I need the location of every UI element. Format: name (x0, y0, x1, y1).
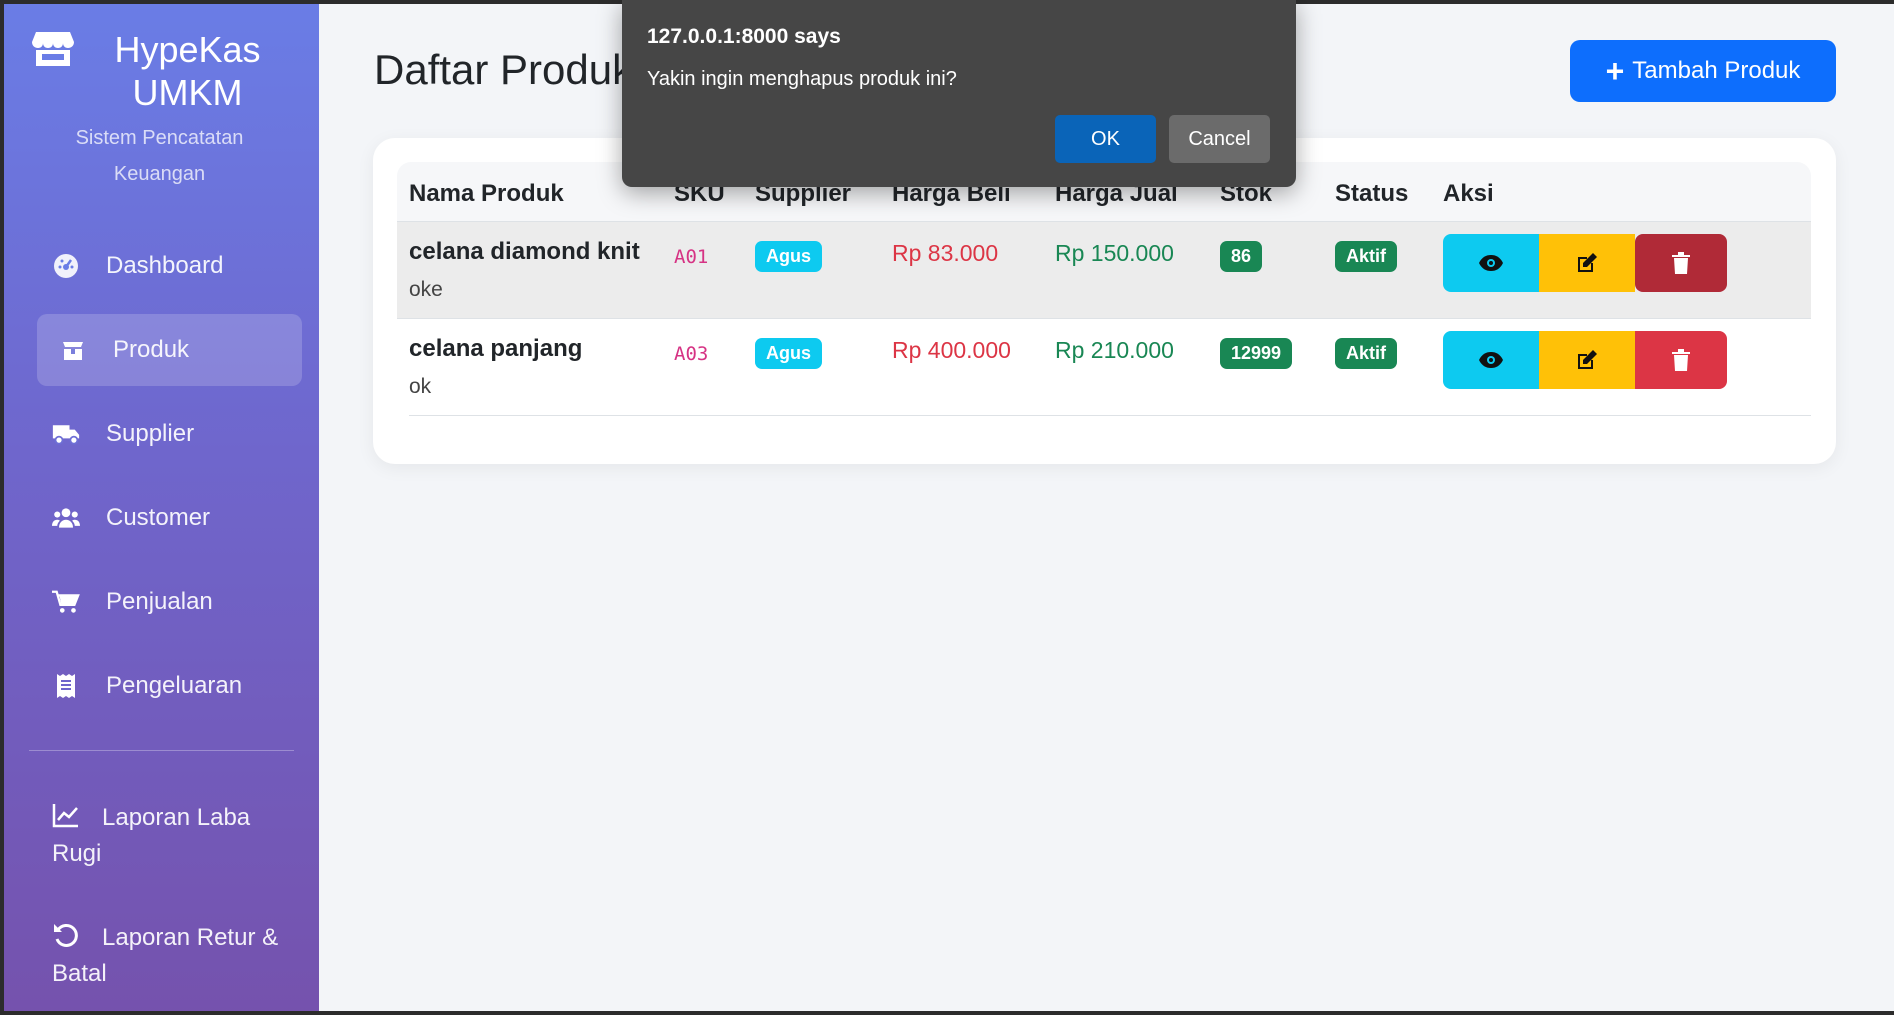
view-button[interactable] (1443, 234, 1539, 292)
sell-price: Rp 210.000 (1055, 337, 1174, 363)
delete-button[interactable] (1635, 234, 1727, 292)
confirm-dialog: 127.0.0.1:8000 says Yakin ingin menghapu… (622, 0, 1296, 187)
sidebar: HypeKas UMKM Sistem Pencatatan Keuangan … (0, 0, 319, 1015)
th-aksi: Aksi (1443, 180, 1494, 207)
sidebar-item-produk[interactable]: Produk (37, 314, 302, 386)
sidebar-item-label: Produk (113, 336, 190, 363)
supplier-badge: Agus (755, 338, 822, 369)
add-product-label: Tambah Produk (1632, 57, 1801, 84)
table-row: celana diamond knit oke A01 Agus Rp 83.0… (397, 222, 1811, 319)
brand: HypeKas UMKM Sistem Pencatatan Keuangan (0, 0, 319, 192)
stock-badge-text: 12999 (1220, 338, 1293, 369)
row-actions (1443, 331, 1727, 389)
sidebar-item-label: Penjualan (106, 588, 213, 615)
dialog-message: Yakin ingin menghapus produk ini? (647, 68, 957, 90)
status-badge: Aktif (1335, 241, 1397, 272)
product-sku: A03 (674, 343, 709, 365)
brand-title[interactable]: HypeKas UMKM (0, 28, 319, 114)
table-row: celana panjang ok A03 Agus Rp 400.000 Rp… (409, 319, 1811, 416)
sidebar-item-label: Dashboard (106, 252, 224, 279)
chart-line-icon (52, 804, 78, 828)
brand-title-text: HypeKas UMKM (114, 29, 261, 113)
cancel-button[interactable]: Cancel (1169, 115, 1270, 163)
delete-button[interactable] (1635, 331, 1727, 389)
trash-icon (1672, 252, 1690, 274)
row-actions (1443, 234, 1727, 292)
stock-badge: 86 (1220, 241, 1263, 272)
sidebar-item-label: Laporan Laba Rugi (52, 804, 251, 867)
product-desc: oke (409, 278, 443, 301)
sell-price: Rp 150.000 (1055, 240, 1174, 266)
product-name: celana diamond knit (409, 238, 640, 265)
cart-icon (52, 588, 80, 616)
stock-badge: 12999 (1220, 338, 1293, 369)
sidebar-item-label: Laporan Retur & Batal (52, 924, 279, 987)
undo-icon (54, 923, 78, 947)
status-badge: Aktif (1335, 338, 1397, 369)
sidebar-item-label: Pengeluaran (106, 672, 243, 699)
edit-button[interactable] (1539, 331, 1635, 389)
stock-badge-text: 86 (1220, 241, 1263, 272)
sidebar-item-customer[interactable]: Customer (0, 482, 319, 554)
store-icon (31, 32, 74, 66)
eye-icon (1479, 255, 1503, 271)
buy-price: Rp 83.000 (892, 240, 999, 266)
supplier-badge-text: Agus (755, 241, 822, 272)
dashboard-gauge-icon (52, 252, 80, 280)
receipt-icon (52, 672, 80, 700)
box-icon (59, 336, 87, 364)
users-icon (52, 504, 80, 532)
th-nama-produk: Nama Produk (409, 180, 564, 207)
sidebar-item-laporan-retur[interactable]: Laporan Retur & Batal (52, 920, 302, 992)
sidebar-item-laporan-laba-rugi[interactable]: Laporan Laba Rugi (52, 800, 302, 872)
supplier-badge: Agus (755, 241, 822, 272)
truck-icon (52, 420, 80, 448)
eye-icon (1479, 352, 1503, 368)
sidebar-item-supplier[interactable]: Supplier (0, 398, 319, 470)
page-title: Daftar Produk (374, 46, 634, 93)
sidebar-nav: Dashboard Produk Supplier Customer Penju… (0, 230, 319, 734)
product-desc: ok (409, 375, 432, 398)
ok-button[interactable]: OK (1055, 115, 1156, 163)
status-badge-text: Aktif (1335, 241, 1397, 272)
edit-icon (1578, 350, 1597, 369)
sidebar-item-pengeluaran[interactable]: Pengeluaran (0, 650, 319, 722)
plus-icon: + (1605, 53, 1625, 89)
brand-subtitle: Sistem Pencatatan Keuangan (75, 127, 244, 185)
sidebar-item-dashboard[interactable]: Dashboard (0, 230, 319, 302)
product-sku: A01 (674, 246, 709, 268)
edit-icon (1578, 253, 1597, 272)
add-product-button[interactable]: + Tambah Produk (1570, 40, 1836, 102)
sidebar-divider (29, 750, 294, 751)
status-badge-text: Aktif (1335, 338, 1397, 369)
view-button[interactable] (1443, 331, 1539, 389)
dialog-title: 127.0.0.1:8000 says (647, 25, 841, 48)
edit-button[interactable] (1539, 234, 1635, 292)
sidebar-item-label: Customer (106, 504, 211, 531)
supplier-badge-text: Agus (755, 338, 822, 369)
th-status: Status (1335, 180, 1409, 207)
trash-icon (1672, 349, 1690, 371)
product-name: celana panjang (409, 335, 583, 362)
sidebar-item-label: Supplier (106, 420, 195, 447)
buy-price: Rp 400.000 (892, 337, 1011, 363)
sidebar-item-penjualan[interactable]: Penjualan (0, 566, 319, 638)
sidebar-reports: Laporan Laba Rugi Laporan Retur & Batal (52, 800, 302, 1015)
